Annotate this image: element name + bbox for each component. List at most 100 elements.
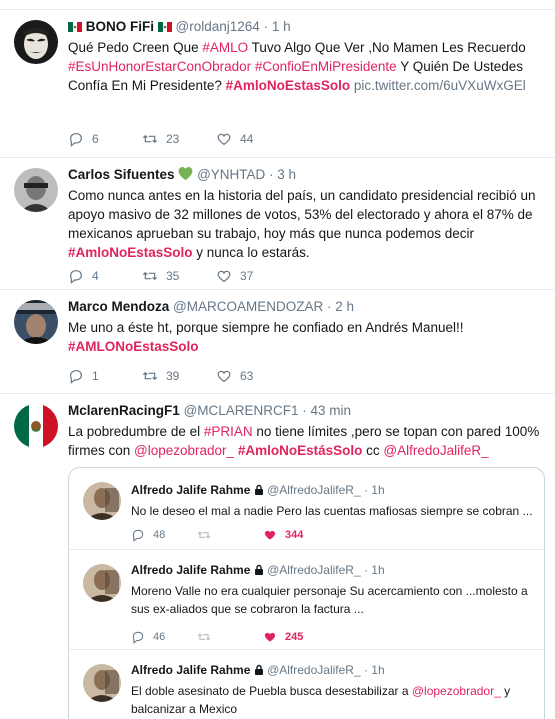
tweet-timestamp[interactable]: · 43 min — [302, 403, 351, 418]
retweet-button[interactable]: 35 — [142, 268, 216, 284]
like-button[interactable]: 344 — [263, 528, 329, 542]
quoted-thread[interactable]: Alfredo Jalife Rahme @AlfredoJalifeR_ · … — [68, 467, 545, 719]
like-count: 44 — [240, 132, 254, 146]
reply-button[interactable]: 46 — [131, 630, 197, 644]
retweet-button[interactable]: 23 — [142, 131, 216, 147]
user-handle[interactable]: @AlfredoJalifeR_ — [267, 663, 361, 677]
quoted-tweet[interactable]: Alfredo Jalife Rahme @AlfredoJalifeR_ · … — [69, 468, 544, 550]
tweet[interactable]: Marco Mendoza @MARCOAMENDOZAR · 2 h Me u… — [0, 290, 555, 394]
tweet[interactable]: Carlos Sifuentes @YNHTAD · 3 h Como nunc… — [0, 158, 555, 290]
reply-count: 46 — [153, 631, 166, 643]
tweet-timestamp[interactable]: · 1h — [364, 563, 385, 577]
avatar[interactable] — [83, 564, 121, 602]
tweet-header: Alfredo Jalife Rahme @AlfredoJalifeR_ · … — [131, 562, 536, 579]
tweet-timestamp[interactable]: · 2 h — [327, 299, 354, 314]
tweet-text: El doble asesinato de Puebla busca deses… — [131, 682, 536, 718]
hashtag-link[interactable]: #AmloNoEstasSolo — [226, 78, 351, 93]
tweet-timestamp[interactable]: · 1 h — [264, 19, 291, 34]
user-handle[interactable]: @YNHTAD — [197, 167, 265, 182]
tweet-timestamp[interactable]: · 1h — [364, 483, 385, 497]
like-button[interactable]: 44 — [216, 131, 290, 147]
reply-icon — [70, 370, 82, 384]
lock-icon — [254, 663, 264, 679]
reply-count: 6 — [92, 132, 99, 146]
text-segment: y nunca lo estarás. — [192, 245, 310, 260]
tweet-header: Alfredo Jalife Rahme @AlfredoJalifeR_ · … — [131, 482, 536, 499]
retweet-button[interactable] — [197, 528, 263, 542]
avatar[interactable] — [83, 482, 121, 520]
avatar[interactable] — [14, 20, 58, 64]
retweet-icon — [142, 271, 158, 281]
hashtag-link[interactable]: #AMLO — [202, 40, 248, 55]
like-count: 344 — [285, 529, 304, 541]
tweet-text: Me uno a éste ht, porque siempre he conf… — [68, 318, 545, 356]
user-handle[interactable]: @roldanj1264 — [176, 19, 260, 34]
hashtag-link[interactable]: #AmloNoEstasSolo — [68, 245, 193, 260]
retweet-button[interactable] — [197, 630, 263, 644]
like-button[interactable]: 63 — [216, 368, 290, 384]
reply-button[interactable]: 48 — [131, 528, 197, 542]
lock-icon — [254, 563, 264, 579]
heart-icon — [264, 632, 276, 642]
reply-button[interactable]: 6 — [68, 131, 142, 147]
hashtag-link[interactable]: #ConfioEnMiPresidente — [255, 59, 397, 74]
display-name[interactable]: Carlos Sifuentes — [68, 167, 175, 182]
user-handle[interactable]: @MARCOAMENDOZAR — [173, 299, 323, 314]
reply-count: 4 — [92, 269, 99, 283]
heart-icon — [217, 133, 231, 146]
mention-link[interactable]: @lopezobrador_ — [134, 443, 234, 458]
quoted-tweet[interactable]: Alfredo Jalife Rahme @AlfredoJalifeR_ · … — [69, 550, 544, 650]
text-segment: Tuvo Algo Que Ver ,No Mamen Les Recuerdo — [248, 40, 526, 55]
hashtag-link[interactable]: #EsUnHonorEstarConObrador — [68, 59, 251, 74]
tweet-header: BONO FiFi @roldanj1264 · 1 h — [68, 18, 545, 36]
text-segment: Moreno Valle no era cualquier personaje … — [131, 584, 528, 616]
like-button[interactable]: 37 — [216, 268, 290, 284]
mention-link[interactable]: @AlfredoJalifeR_ — [383, 443, 488, 458]
quoted-tweet[interactable]: Alfredo Jalife Rahme @AlfredoJalifeR_ · … — [69, 650, 544, 719]
reply-icon — [132, 529, 144, 542]
avatar[interactable] — [83, 664, 121, 702]
user-handle[interactable]: @MCLARENRCF1 — [184, 403, 299, 418]
display-name[interactable]: MclarenRacingF1 — [68, 403, 180, 418]
avatar[interactable] — [14, 404, 58, 448]
tweet-timestamp[interactable]: · 3 h — [269, 167, 296, 182]
display-name[interactable]: BONO FiFi — [86, 19, 154, 34]
tweet-timestamp[interactable]: · 1h — [364, 663, 385, 677]
text-segment: La pobredumbre de el — [68, 424, 204, 439]
previous-tweet-divider — [0, 0, 555, 10]
hashtag-link[interactable]: #AmloNoEstásSolo — [238, 443, 363, 458]
user-handle[interactable]: @AlfredoJalifeR_ — [267, 483, 361, 497]
display-name[interactable]: Alfredo Jalife Rahme — [131, 663, 250, 677]
display-name[interactable]: Marco Mendoza — [68, 299, 169, 314]
reply-icon — [132, 631, 144, 644]
display-name[interactable]: Alfredo Jalife Rahme — [131, 563, 250, 577]
retweet-count: 23 — [166, 132, 180, 146]
tweet-text: Como nunca antes en la historia del país… — [68, 186, 545, 262]
tweet[interactable]: MclarenRacingF1 @MCLARENRCF1 · 43 min La… — [0, 394, 555, 719]
reply-button[interactable]: 1 — [68, 368, 142, 384]
reply-count: 1 — [92, 369, 99, 383]
hashtag-link[interactable]: #PRIAN — [204, 424, 253, 439]
lock-icon — [254, 483, 264, 499]
mention-link[interactable]: @lopezobrador_ — [412, 684, 501, 698]
heart-icon — [264, 530, 276, 540]
retweet-count: 35 — [166, 269, 180, 283]
green-heart-icon — [178, 167, 193, 182]
hashtag-link[interactable]: #AMLONoEstasSolo — [68, 339, 199, 354]
avatar[interactable] — [14, 168, 58, 212]
tweet-text: Moreno Valle no era cualquier personaje … — [131, 582, 536, 618]
user-handle[interactable]: @AlfredoJalifeR_ — [267, 563, 361, 577]
tweet-text: Qué Pedo Creen Que #AMLO Tuvo Algo Que V… — [68, 38, 545, 95]
retweet-count: 39 — [166, 369, 180, 383]
reply-button[interactable]: 4 — [68, 268, 142, 284]
reply-icon — [70, 270, 82, 284]
text-segment: Qué Pedo Creen Que — [68, 40, 203, 55]
avatar[interactable] — [14, 300, 58, 344]
display-name[interactable]: Alfredo Jalife Rahme — [131, 483, 250, 497]
retweet-button[interactable]: 39 — [142, 368, 216, 384]
tweet[interactable]: BONO FiFi @roldanj1264 · 1 h Qué Pedo Cr… — [0, 10, 555, 158]
like-button[interactable]: 245 — [263, 630, 329, 644]
media-link[interactable]: pic.twitter.com/6uVXuWxGEl — [354, 78, 526, 93]
text-segment: El doble asesinato de Puebla busca deses… — [131, 684, 412, 698]
tweet-header: MclarenRacingF1 @MCLARENRCF1 · 43 min — [68, 402, 545, 420]
